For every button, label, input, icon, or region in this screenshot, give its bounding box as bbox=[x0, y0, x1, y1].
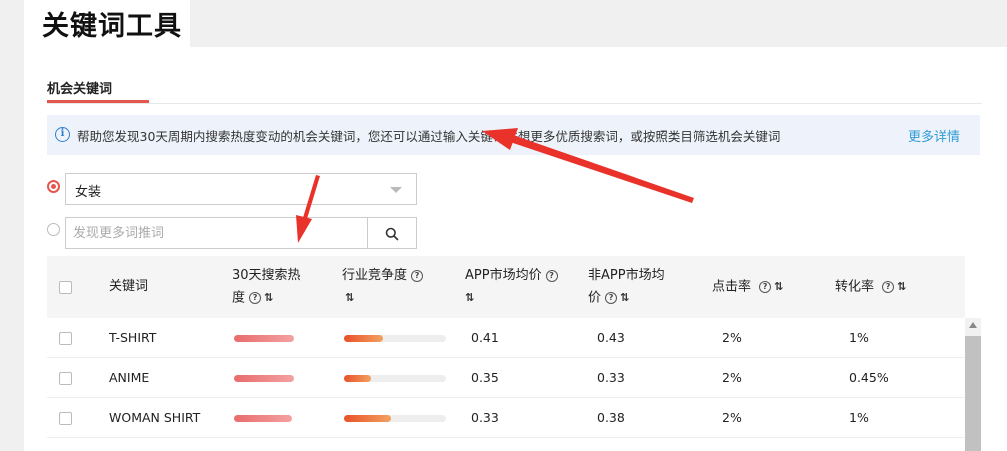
help-icon[interactable]: ? bbox=[759, 281, 772, 293]
help-icon[interactable]: ? bbox=[882, 281, 895, 293]
col-nonapp-price-label-2: 价 bbox=[588, 290, 602, 306]
search-heat-bar bbox=[234, 335, 294, 342]
nonapp-price-cell: 0.43 bbox=[597, 330, 625, 345]
ctr-cell: 2% bbox=[722, 410, 742, 425]
col-nonapp-price[interactable]: 非APP市场均 价? ⇅ bbox=[588, 265, 665, 310]
ctr-cell: 2% bbox=[722, 330, 742, 345]
sort-icon[interactable]: ⇅ bbox=[345, 287, 354, 309]
ctr-cell: 2% bbox=[722, 370, 742, 385]
search-heat-bar bbox=[234, 415, 292, 422]
chevron-down-icon bbox=[390, 187, 402, 193]
cvr-cell: 0.45% bbox=[849, 370, 889, 385]
table-row[interactable]: ANIME 0.35 0.33 2% 0.45% bbox=[47, 358, 965, 398]
col-search-heat[interactable]: 30天搜索热 度? ⇅ bbox=[232, 265, 301, 310]
competition-bar bbox=[344, 415, 446, 422]
table-row[interactable]: WOMAN SHIRT 0.33 0.38 2% 1% bbox=[47, 398, 965, 438]
competition-bar-fill bbox=[344, 375, 371, 382]
help-icon[interactable]: ? bbox=[411, 269, 424, 282]
row-checkbox[interactable] bbox=[59, 332, 72, 345]
row-checkbox[interactable] bbox=[59, 372, 72, 385]
col-search-heat-label: 30天搜索热 bbox=[232, 268, 301, 283]
col-app-price[interactable]: APP市场均价? ⇅ bbox=[465, 265, 558, 310]
col-keyword: 关键词 bbox=[109, 279, 149, 294]
category-select-value: 女装 bbox=[75, 185, 102, 200]
col-competition[interactable]: 行业竞争度? ⇅ bbox=[342, 265, 424, 310]
category-select[interactable]: 女装 bbox=[65, 173, 417, 205]
app-price-cell: 0.33 bbox=[471, 410, 499, 425]
sort-icon[interactable]: ⇅ bbox=[897, 276, 906, 298]
col-nonapp-price-label: 非APP市场均 bbox=[588, 268, 665, 283]
help-icon[interactable]: ? bbox=[545, 269, 558, 282]
table-header: 关键词 30天搜索热 度? ⇅ 行业竞争度? ⇅ APP市场均价? ⇅ 非APP市… bbox=[47, 256, 965, 318]
keyword-cell: WOMAN SHIRT bbox=[109, 410, 201, 425]
app-price-cell: 0.35 bbox=[471, 370, 499, 385]
row-checkbox[interactable] bbox=[59, 412, 72, 425]
keyword-cell: T-SHIRT bbox=[109, 330, 157, 345]
category-radio[interactable] bbox=[47, 180, 60, 193]
search-heat-bar bbox=[234, 375, 294, 382]
select-all-checkbox[interactable] bbox=[59, 281, 72, 294]
cvr-cell: 1% bbox=[849, 330, 869, 345]
keyword-cell: ANIME bbox=[109, 370, 150, 385]
sort-icon[interactable]: ⇅ bbox=[774, 276, 783, 298]
nonapp-price-cell: 0.38 bbox=[597, 410, 625, 425]
competition-bar bbox=[344, 375, 446, 382]
sort-icon[interactable]: ⇅ bbox=[465, 287, 474, 309]
nonapp-price-cell: 0.33 bbox=[597, 370, 625, 385]
scroll-up-icon[interactable] bbox=[969, 322, 977, 328]
competition-bar bbox=[344, 335, 446, 342]
col-competition-label: 行业竞争度 bbox=[342, 268, 408, 283]
scrollbar-thumb[interactable] bbox=[965, 336, 981, 451]
col-ctr[interactable]: 点击率? ⇅ bbox=[712, 276, 783, 299]
app-price-cell: 0.41 bbox=[471, 330, 499, 345]
col-cvr-label: 转化率 bbox=[835, 279, 875, 295]
tab-divider bbox=[47, 103, 982, 104]
competition-bar-fill bbox=[344, 335, 383, 342]
search-radio[interactable] bbox=[47, 223, 60, 236]
col-search-heat-label-2: 度 bbox=[232, 290, 246, 306]
col-ctr-label: 点击率 bbox=[712, 279, 752, 295]
page-title: 关键词工具 bbox=[42, 11, 182, 42]
page: 关键词工具 机会关键词 i 帮助您发现30天周期内搜索热度变动的机会关键词，您还… bbox=[0, 0, 1007, 451]
col-app-price-label: APP市场均价 bbox=[465, 268, 542, 283]
more-details-link[interactable]: 更多详情 bbox=[908, 126, 960, 145]
help-icon[interactable]: ? bbox=[605, 292, 618, 304]
col-cvr[interactable]: 转化率? ⇅ bbox=[835, 276, 906, 299]
info-icon: i bbox=[55, 127, 70, 142]
help-icon[interactable]: ? bbox=[249, 292, 262, 304]
search-button[interactable] bbox=[367, 217, 417, 249]
sort-icon[interactable]: ⇅ bbox=[264, 287, 273, 309]
table-row[interactable]: T-SHIRT 0.41 0.43 2% 1% bbox=[47, 318, 965, 358]
competition-bar-fill bbox=[344, 415, 391, 422]
keyword-search-input[interactable] bbox=[65, 217, 368, 249]
tab-opportunity-keywords[interactable]: 机会关键词 bbox=[47, 78, 112, 97]
info-text: 帮助您发现30天周期内搜索热度变动的机会关键词，您还可以通过输入关键词联想更多优… bbox=[77, 129, 781, 144]
sort-icon[interactable]: ⇅ bbox=[620, 287, 629, 309]
search-icon bbox=[385, 227, 399, 241]
cvr-cell: 1% bbox=[849, 410, 869, 425]
